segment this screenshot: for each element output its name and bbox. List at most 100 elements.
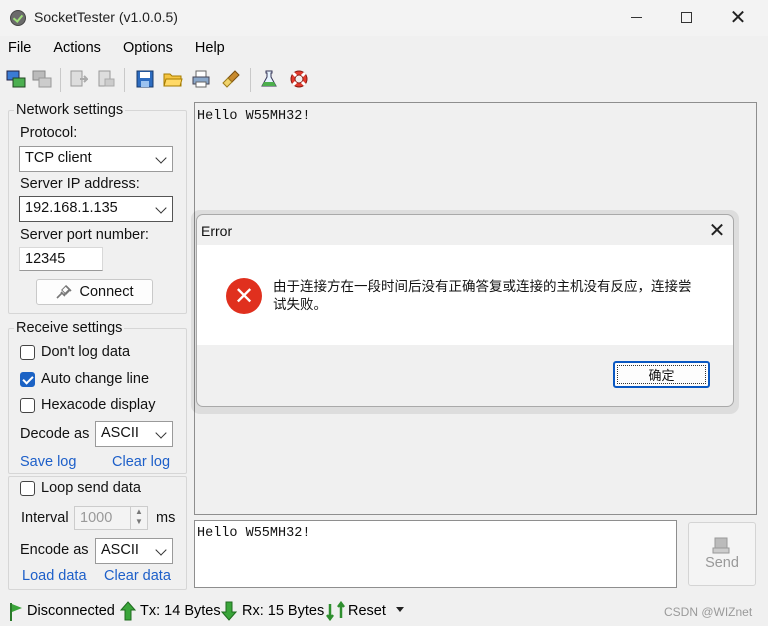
receive-settings-title: Receive settings xyxy=(14,320,125,336)
reset-button[interactable]: Reset xyxy=(324,601,424,623)
error-dialog: Error ✕ ✕ 由于连接方在一段时间后没有正确答复或连接的主机没有反应，连接… xyxy=(196,214,734,407)
flask-toolbar-button[interactable] xyxy=(258,68,280,90)
dialog-title: Error xyxy=(201,223,233,239)
disconnect-icon xyxy=(32,70,52,88)
help-toolbar-button[interactable] xyxy=(288,68,310,90)
status-bar: Disconnected Tx: 14 Bytes Rx: 15 Bytes R… xyxy=(0,598,768,626)
load-data-link[interactable]: Load data xyxy=(22,568,87,584)
server-ip-select[interactable]: 192.168.1.135 xyxy=(19,196,173,222)
connect-label: Connect xyxy=(79,284,134,300)
interval-spinner[interactable]: ▲ ▼ xyxy=(130,507,147,529)
clear-toolbar-button[interactable] xyxy=(220,68,242,90)
tx-bytes: Tx: 14 Bytes xyxy=(140,603,221,619)
save-icon xyxy=(136,70,154,88)
connect-button[interactable]: Connect xyxy=(36,279,153,305)
chevron-down-icon xyxy=(155,544,167,556)
decode-label: Decode as xyxy=(20,426,90,442)
close-icon: ✕ xyxy=(708,220,726,242)
network-settings-title: Network settings xyxy=(14,102,126,118)
decode-value: ASCII xyxy=(101,425,139,441)
chevron-down-icon xyxy=(155,427,167,439)
reset-arrows-icon xyxy=(326,601,345,621)
dialog-close-button[interactable]: ✕ xyxy=(705,218,729,243)
chevron-down-icon xyxy=(155,202,167,214)
error-icon: ✕ xyxy=(226,278,262,314)
protocol-value: TCP client xyxy=(25,150,92,166)
loop-send-checkbox[interactable] xyxy=(20,481,35,496)
ok-label: 确定 xyxy=(648,369,675,384)
encode-value: ASCII xyxy=(101,542,139,558)
clear-log-link[interactable]: Clear log xyxy=(112,454,170,470)
toolbar-separator xyxy=(60,68,61,92)
send-text: Hello W55MH32! xyxy=(197,526,311,541)
dropdown-arrow-icon xyxy=(396,607,404,612)
toolbar-separator xyxy=(124,68,125,92)
close-icon: ✕ xyxy=(729,6,747,29)
connect-toolbar-button[interactable] xyxy=(5,68,27,90)
watermark: CSDN @WIZnet xyxy=(664,605,753,619)
clear-brush-icon xyxy=(222,70,240,88)
decode-select[interactable]: ASCII xyxy=(95,421,173,447)
arrow-down-icon xyxy=(221,601,237,621)
menu-file[interactable]: File xyxy=(8,37,31,61)
send-text-area[interactable]: Hello W55MH32! xyxy=(194,520,677,588)
maximize-icon xyxy=(680,11,692,23)
disconnect-toolbar-button[interactable] xyxy=(31,68,53,90)
interval-unit: ms xyxy=(156,510,176,526)
rx-bytes: Rx: 15 Bytes xyxy=(242,603,325,619)
dont-log-label: Don't log data xyxy=(41,344,131,360)
close-button[interactable]: ✕ xyxy=(712,0,764,34)
minimize-button[interactable] xyxy=(610,0,662,34)
server-ip-value: 192.168.1.135 xyxy=(25,200,118,216)
connection-status: Disconnected xyxy=(27,603,115,619)
title-bar: SocketTester (v1.0.0.5) ✕ xyxy=(0,0,768,36)
window-title: SocketTester (v1.0.0.5) xyxy=(34,9,178,25)
arrow-up-icon xyxy=(120,601,136,621)
dialog-body: ✕ 由于连接方在一段时间后没有正确答复或连接的主机没有反应，连接尝试失败。 xyxy=(197,245,733,345)
encode-label: Encode as xyxy=(20,542,89,558)
send-button[interactable]: Send xyxy=(688,522,756,586)
send-file-toolbar-button[interactable] xyxy=(67,68,89,90)
menu-options[interactable]: Options xyxy=(123,37,173,61)
hexcode-label: Hexacode display xyxy=(41,397,156,413)
send-label: Send xyxy=(705,555,739,571)
interval-value: 1000 xyxy=(80,510,113,526)
maximize-button[interactable] xyxy=(660,0,712,34)
print-toolbar-button[interactable] xyxy=(190,68,212,90)
reset-label: Reset xyxy=(348,603,386,619)
lifebuoy-icon xyxy=(290,70,308,88)
chevron-down-icon xyxy=(155,152,167,164)
save-log-link[interactable]: Save log xyxy=(20,454,76,470)
server-port-input[interactable]: 12345 xyxy=(19,247,103,271)
server-port-label: Server port number: xyxy=(20,227,149,243)
clear-data-link[interactable]: Clear data xyxy=(104,568,171,584)
protocol-label: Protocol: xyxy=(20,125,78,141)
error-message: 由于连接方在一段时间后没有正确答复或连接的主机没有反应，连接尝试失败。 xyxy=(273,279,692,313)
open-folder-icon xyxy=(163,73,183,87)
protocol-select[interactable]: TCP client xyxy=(19,146,173,172)
interval-label: Interval xyxy=(21,510,69,526)
receive-file-toolbar-button[interactable] xyxy=(95,68,117,90)
toolbar xyxy=(0,64,768,96)
interval-input[interactable]: 1000 ▲ ▼ xyxy=(74,506,148,530)
flag-icon xyxy=(10,603,22,621)
auto-change-line-label: Auto change line xyxy=(41,371,150,387)
server-ip-label: Server IP address: xyxy=(20,176,140,192)
connect-icon xyxy=(6,70,26,88)
flask-icon xyxy=(261,70,277,87)
dont-log-checkbox[interactable] xyxy=(20,345,35,360)
menu-bar: File Actions Options Help xyxy=(0,37,239,61)
hexcode-checkbox[interactable] xyxy=(20,398,35,413)
minimize-icon xyxy=(630,16,642,18)
app-icon xyxy=(10,10,26,26)
menu-actions[interactable]: Actions xyxy=(53,37,101,61)
menu-help[interactable]: Help xyxy=(195,37,225,61)
ok-button[interactable]: 确定 xyxy=(613,361,710,388)
loop-send-label: Loop send data xyxy=(41,480,141,496)
send-file-icon xyxy=(70,70,88,87)
toolbar-separator xyxy=(250,68,251,92)
save-toolbar-button[interactable] xyxy=(134,68,156,90)
open-folder-toolbar-button[interactable] xyxy=(162,68,184,90)
auto-change-line-checkbox[interactable] xyxy=(20,372,35,387)
encode-select[interactable]: ASCII xyxy=(95,538,173,564)
